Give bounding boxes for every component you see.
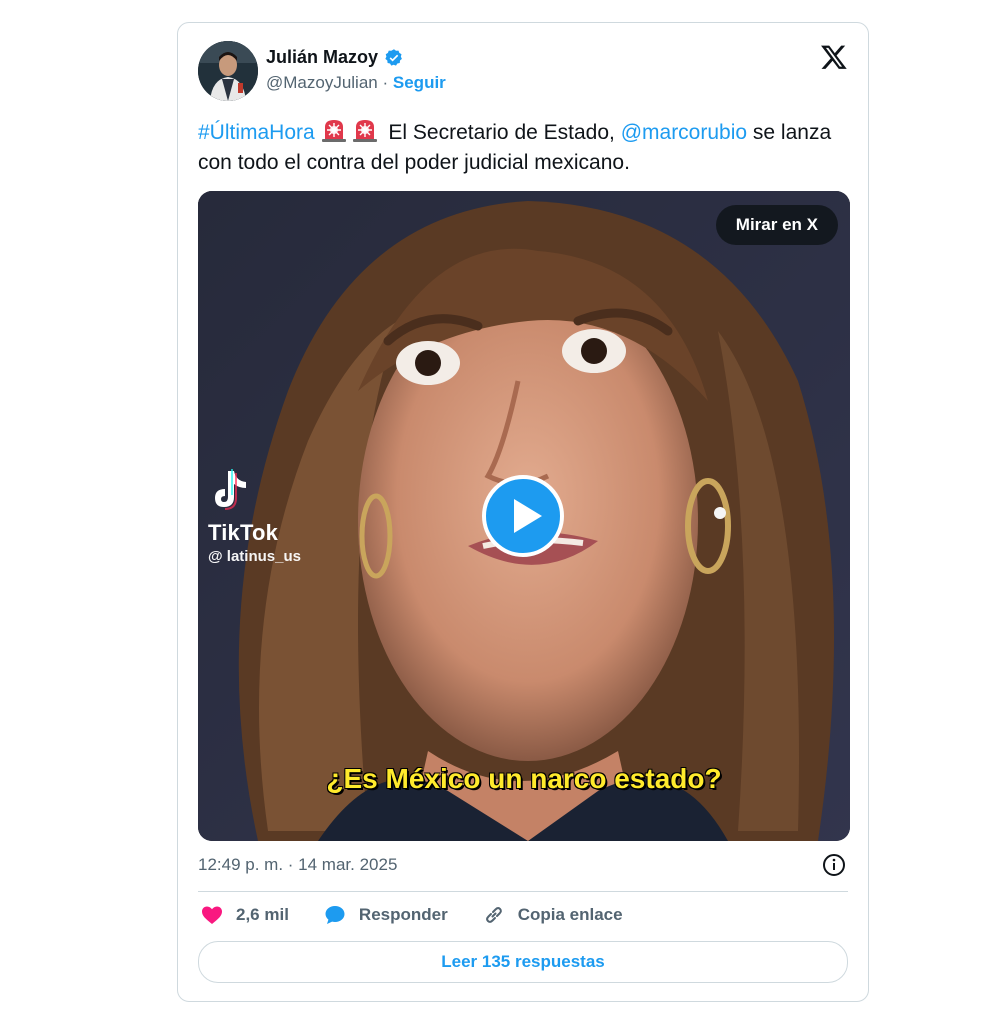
tweet-card: Julián Mazoy @MazoyJulian · Seguir #Últi… (177, 22, 869, 1002)
divider (198, 891, 848, 892)
heart-icon (202, 906, 222, 924)
info-icon[interactable] (822, 853, 846, 877)
reply-button[interactable]: Responder (323, 903, 448, 927)
hashtag-link[interactable]: #ÚltimaHora (198, 121, 315, 144)
author-subline: @MazoyJulian · Seguir (266, 73, 446, 93)
reply-label: Responder (358, 905, 448, 924)
tiktok-brand: TikTok (208, 520, 279, 545)
verified-badge-icon (385, 48, 402, 66)
action-bar: 2,6 mil Responder Copia enlace (200, 903, 657, 927)
read-replies-button[interactable]: Leer 135 respuestas (198, 941, 848, 983)
mention-link[interactable]: @marcorubio (621, 121, 747, 144)
like-count: 2,6 mil (236, 905, 289, 924)
copy-link-button[interactable]: Copia enlace (482, 903, 623, 927)
tweet-text-part1: El Secretario de Estado, (388, 121, 615, 144)
link-icon (485, 907, 502, 923)
play-icon[interactable] (482, 475, 564, 557)
x-logo-icon[interactable] (820, 43, 848, 71)
author-name-row[interactable]: Julián Mazoy (266, 47, 404, 68)
tweet-text: #ÚltimaHora El Secretario de Estado, @ma… (198, 117, 848, 178)
tiktok-handle: @ latinus_us (208, 548, 301, 565)
video-player[interactable]: Mirar en X TikTok @ latinus_us ¿Es Méxic… (198, 191, 850, 841)
reply-bubble-icon (325, 906, 345, 924)
tiktok-icon (215, 469, 246, 510)
watch-on-x-button[interactable]: Mirar en X (715, 205, 838, 245)
tiktok-watermark: TikTok @ latinus_us (208, 467, 301, 565)
follow-button[interactable]: Seguir (393, 73, 446, 92)
separator: · (382, 73, 389, 92)
siren-icon (321, 120, 346, 142)
avatar[interactable] (198, 41, 258, 101)
avatar-image (198, 41, 258, 101)
copy-link-label: Copia enlace (517, 905, 623, 924)
video-caption: ¿Es México un narco estado? (326, 763, 722, 794)
siren-icon (352, 120, 377, 142)
author-handle[interactable]: @MazoyJulian (266, 73, 378, 92)
like-button[interactable]: 2,6 mil (200, 903, 289, 927)
author-name[interactable]: Julián Mazoy (266, 47, 378, 68)
tweet-timestamp[interactable]: 12:49 p. m. · 14 mar. 2025 (198, 855, 397, 875)
